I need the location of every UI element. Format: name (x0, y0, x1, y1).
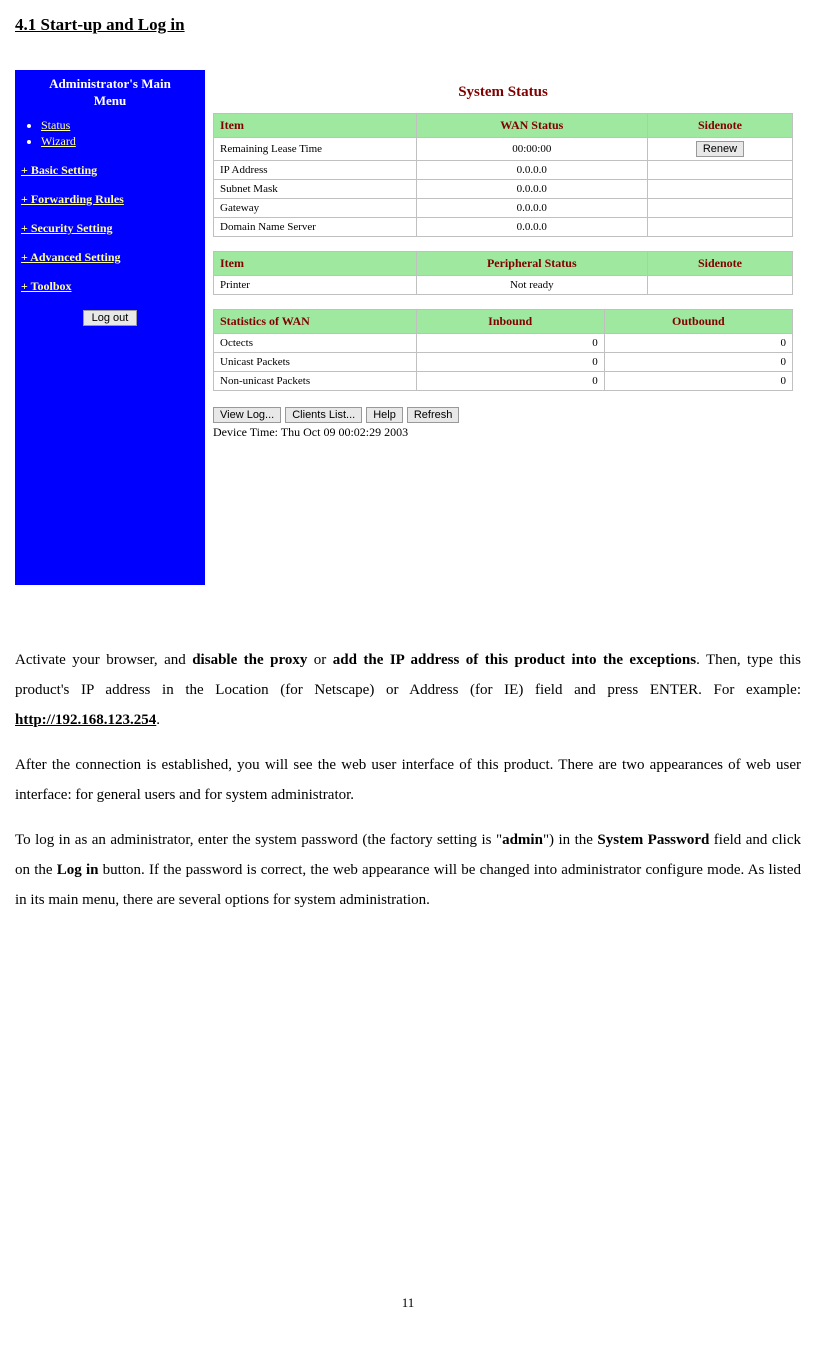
table-row: IP Address 0.0.0.0 (214, 161, 792, 179)
cell-stat: Unicast Packets (214, 353, 416, 371)
text-bold: add the IP address of this product into … (333, 652, 696, 668)
text: To log in as an administrator, enter the… (15, 832, 502, 848)
cell-stat: Octects (214, 334, 416, 352)
table-row: Domain Name Server 0.0.0.0 (214, 218, 792, 236)
cell-outbound: 0 (605, 353, 792, 371)
wan-statistics-table: Statistics of WAN Inbound Outbound Octec… (213, 309, 793, 391)
paragraph-2: After the connection is established, you… (15, 750, 801, 810)
sidebar-link-toolbox[interactable]: + Toolbox (21, 279, 199, 294)
table-row: Remaining Lease Time 00:00:00 Renew (214, 138, 792, 160)
sidebar-title: Administrator's Main Menu (21, 76, 199, 110)
sidebar-link-advanced-setting[interactable]: + Advanced Setting (21, 250, 199, 265)
help-button[interactable]: Help (366, 407, 403, 423)
cell-side (648, 199, 792, 217)
cell-side (648, 180, 792, 198)
cell-side (648, 161, 792, 179)
th-sidenote: Sidenote (648, 114, 792, 137)
text-bold: Log in (57, 862, 99, 878)
cell-status: 00:00:00 (417, 138, 647, 160)
text-bold: admin (502, 832, 543, 848)
cell-item: Printer (214, 276, 416, 294)
cell-item: IP Address (214, 161, 416, 179)
cell-stat: Non-unicast Packets (214, 372, 416, 390)
admin-screenshot: Administrator's Main Menu Status Wizard … (15, 70, 801, 585)
sidebar-item-wizard[interactable]: Wizard (41, 134, 76, 148)
text-bold: disable the proxy (192, 652, 307, 668)
table-row: Non-unicast Packets 0 0 (214, 372, 792, 390)
table-row: Printer Not ready (214, 276, 792, 294)
peripheral-status-table: Item Peripheral Status Sidenote Printer … (213, 251, 793, 295)
cell-side (648, 218, 792, 236)
main-content: System Status Item WAN Status Sidenote R… (205, 70, 801, 585)
cell-outbound: 0 (605, 334, 792, 352)
th-sidenote: Sidenote (648, 252, 792, 275)
cell-inbound: 0 (417, 372, 604, 390)
cell-side (648, 276, 792, 294)
cell-item: Domain Name Server (214, 218, 416, 236)
cell-status: 0.0.0.0 (417, 180, 647, 198)
cell-status: Not ready (417, 276, 647, 294)
sidebar-title-line1: Administrator's Main (49, 76, 171, 91)
renew-button[interactable]: Renew (696, 141, 744, 157)
table-row: Subnet Mask 0.0.0.0 (214, 180, 792, 198)
paragraph-1: Activate your browser, and disable the p… (15, 645, 801, 735)
view-log-button[interactable]: View Log... (213, 407, 281, 423)
th-peripheral-status: Peripheral Status (417, 252, 647, 275)
text-bold: System Password (597, 832, 709, 848)
text: Activate your browser, and (15, 652, 192, 668)
th-outbound: Outbound (605, 310, 792, 333)
cell-item: Subnet Mask (214, 180, 416, 198)
device-time: Device Time: Thu Oct 09 00:02:29 2003 (213, 425, 793, 440)
cell-status: 0.0.0.0 (417, 199, 647, 217)
sidebar-title-line2: Menu (94, 93, 127, 108)
sidebar-link-security-setting[interactable]: + Security Setting (21, 221, 199, 236)
text: . (156, 712, 160, 728)
logout-button[interactable]: Log out (83, 310, 138, 326)
th-wan-status: WAN Status (417, 114, 647, 137)
page-number: 11 (15, 1295, 801, 1311)
th-item: Item (214, 114, 416, 137)
sidebar: Administrator's Main Menu Status Wizard … (15, 70, 205, 585)
cell-item: Remaining Lease Time (214, 138, 416, 160)
text: or (307, 652, 332, 668)
wan-status-table: Item WAN Status Sidenote Remaining Lease… (213, 113, 793, 237)
sidebar-link-forwarding-rules[interactable]: + Forwarding Rules (21, 192, 199, 207)
cell-status: 0.0.0.0 (417, 218, 647, 236)
th-item: Item (214, 252, 416, 275)
text: ") in the (543, 832, 597, 848)
paragraph-3: To log in as an administrator, enter the… (15, 825, 801, 915)
cell-inbound: 0 (417, 353, 604, 371)
text: button. If the password is correct, the … (15, 862, 801, 908)
sidebar-link-basic-setting[interactable]: + Basic Setting (21, 163, 199, 178)
table-row: Gateway 0.0.0.0 (214, 199, 792, 217)
sidebar-bullets: Status Wizard (21, 118, 199, 149)
bottom-buttons: View Log... Clients List... Help Refresh (213, 405, 793, 423)
table-row: Octects 0 0 (214, 334, 792, 352)
sidebar-item-status[interactable]: Status (41, 118, 70, 132)
cell-outbound: 0 (605, 372, 792, 390)
th-inbound: Inbound (417, 310, 604, 333)
section-heading: 4.1 Start-up and Log in (15, 15, 801, 35)
table-row: Unicast Packets 0 0 (214, 353, 792, 371)
th-statistics: Statistics of WAN (214, 310, 416, 333)
cell-item: Gateway (214, 199, 416, 217)
system-status-title: System Status (213, 84, 793, 101)
cell-inbound: 0 (417, 334, 604, 352)
cell-status: 0.0.0.0 (417, 161, 647, 179)
example-url: http://192.168.123.254 (15, 712, 156, 728)
clients-list-button[interactable]: Clients List... (285, 407, 362, 423)
refresh-button[interactable]: Refresh (407, 407, 460, 423)
